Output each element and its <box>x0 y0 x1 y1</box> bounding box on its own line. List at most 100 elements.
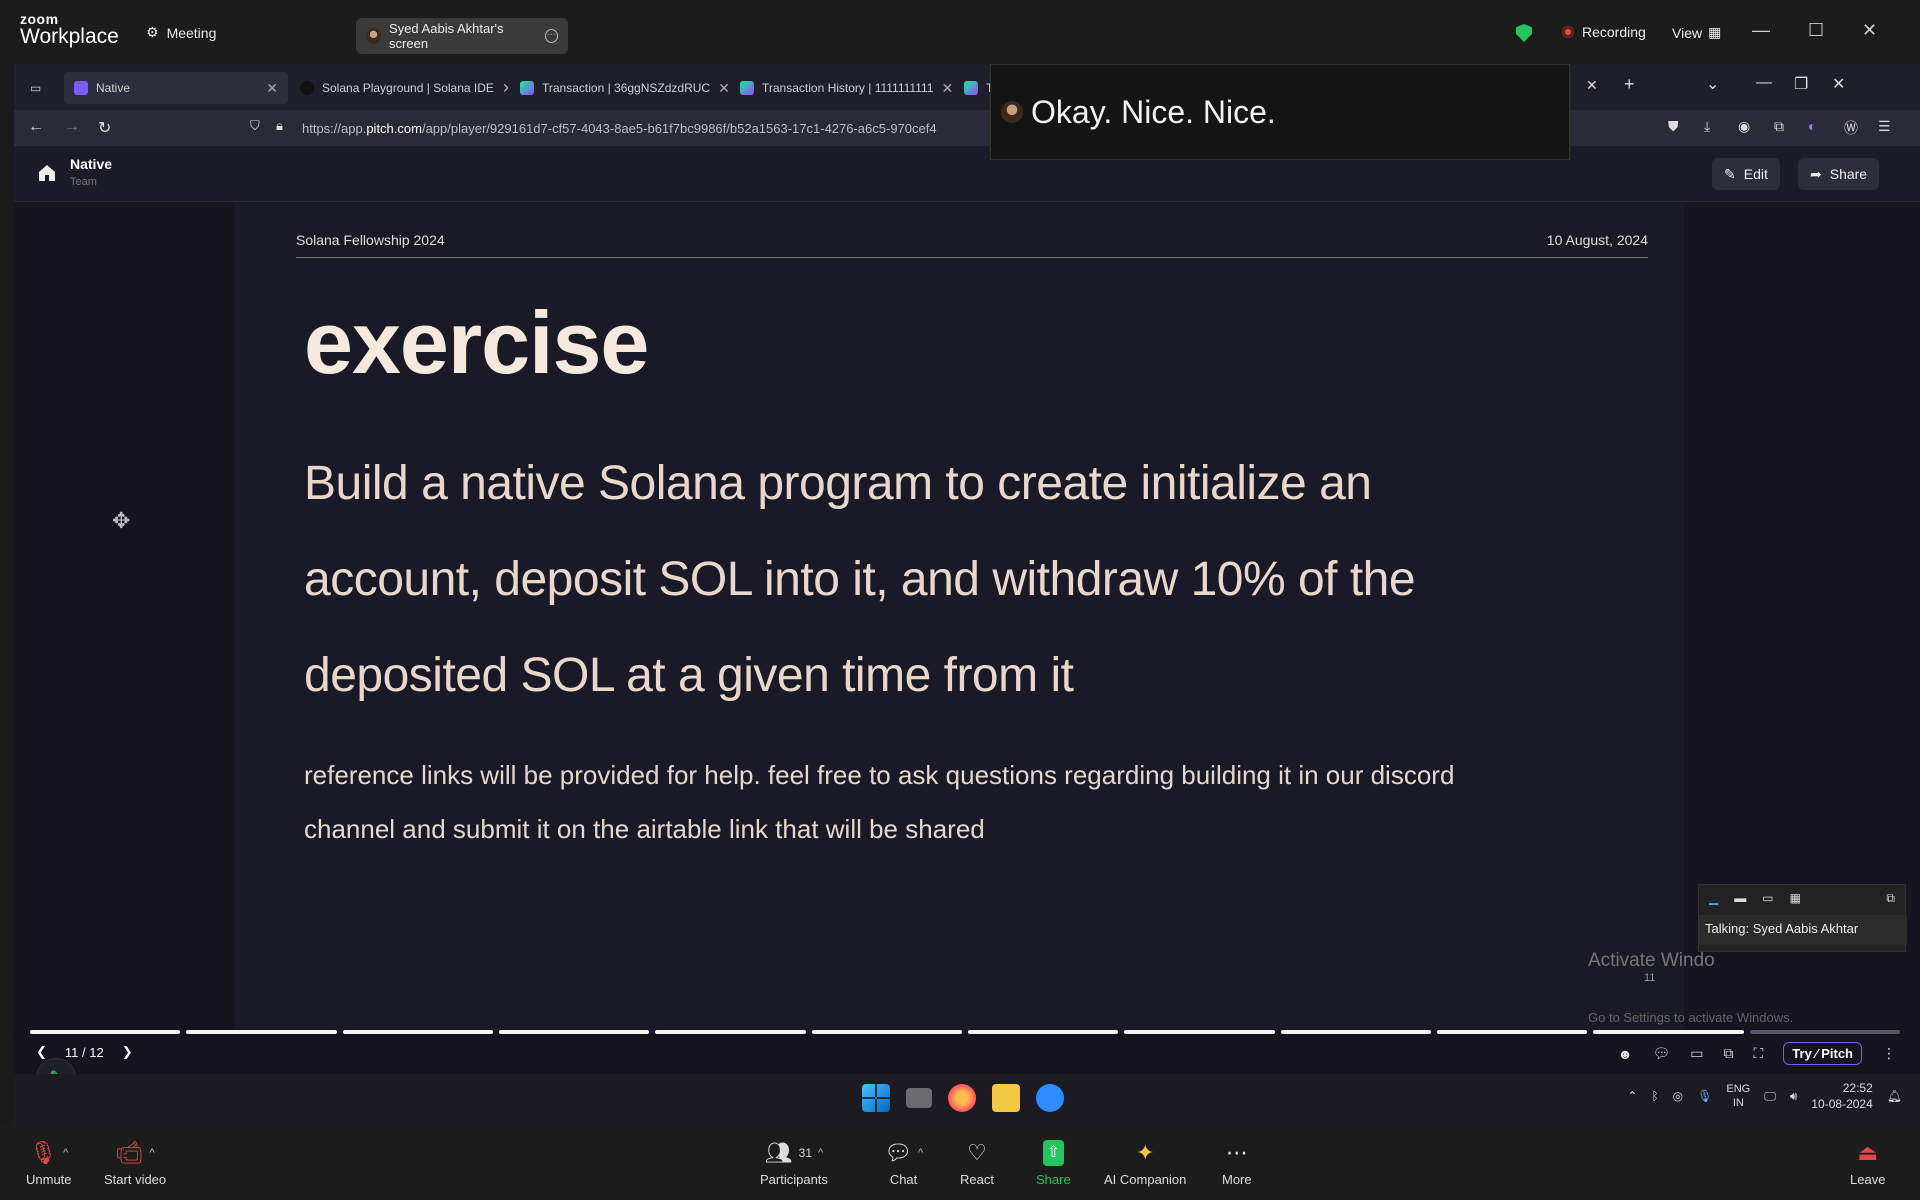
participants-icon: 👥︎ <box>764 1140 793 1165</box>
language-indicator[interactable]: ENG IN <box>1726 1082 1750 1110</box>
try-pitch-button[interactable]: Try ⁄ Pitch <box>1783 1042 1862 1065</box>
close-tab-icon[interactable]: ✕ <box>266 80 278 97</box>
speaker-view-icon[interactable]: ▭ <box>1762 891 1773 906</box>
progress-segment[interactable] <box>186 1030 337 1034</box>
lock-icon[interactable]: 🔒︎ <box>276 118 283 134</box>
tab-native[interactable]: Native ✕ <box>64 72 288 104</box>
back-icon[interactable]: ← <box>28 118 44 136</box>
picture-in-picture-icon[interactable]: ⧉ <box>1723 1045 1733 1062</box>
app-tray-icon[interactable]: ◎ <box>1673 1089 1683 1103</box>
more-vertical-icon[interactable]: ⋮ <box>1882 1045 1896 1062</box>
progress-segment[interactable] <box>1124 1030 1275 1034</box>
solana-favicon-icon <box>520 81 534 95</box>
leave-button[interactable]: ⏏ Leave <box>1850 1140 1885 1187</box>
extension-icon[interactable]: Ⓦ <box>1844 118 1858 138</box>
progress-segment[interactable] <box>1749 1030 1900 1034</box>
screen-share-indicator[interactable]: Syed Aabis Akhtar's screen ··· <box>356 18 568 54</box>
more-button[interactable]: ⋯ More <box>1222 1140 1252 1187</box>
browser-close-icon[interactable]: ✕ <box>1832 74 1845 94</box>
chevron-up-icon[interactable]: ⌃ <box>1627 1089 1637 1103</box>
more-options-icon[interactable]: ··· <box>544 29 558 43</box>
pocket-icon[interactable]: ⛊ <box>1668 118 1679 135</box>
minimize-video-icon[interactable]: ▁ <box>1709 891 1718 906</box>
close-tab-icon[interactable]: ✕ <box>502 80 508 97</box>
home-icon[interactable] <box>38 164 56 182</box>
share-label: Share <box>1829 166 1868 182</box>
windows-start-icon[interactable] <box>862 1084 890 1112</box>
progress-segment[interactable] <box>811 1030 962 1034</box>
progress-segment[interactable] <box>655 1030 806 1034</box>
emoji-icon[interactable]: ☻ <box>1618 1046 1633 1062</box>
menu-icon[interactable]: ☰ <box>1878 118 1891 135</box>
close-tab-icon[interactable]: ✕ <box>941 80 952 97</box>
new-tab-icon[interactable]: + <box>1624 74 1635 95</box>
progress-segment[interactable] <box>1280 1030 1431 1034</box>
clock-date: 10-08-2024 <box>1811 1097 1873 1111</box>
chevron-up-icon[interactable]: ^ <box>918 1140 923 1166</box>
close-tab-icon[interactable]: ✕ <box>718 80 728 97</box>
bluetooth-icon[interactable]: ᛒ <box>1651 1089 1658 1103</box>
minimize-icon[interactable]: — <box>1752 20 1770 41</box>
tab-solana-playground[interactable]: Solana Playground | Solana IDE ✕ <box>290 72 508 104</box>
chevron-up-icon[interactable]: ^ <box>149 1140 154 1166</box>
task-view-icon[interactable] <box>906 1088 932 1108</box>
previous-slide-icon[interactable]: ❮ <box>36 1044 47 1060</box>
firefox-icon[interactable] <box>948 1084 976 1112</box>
progress-segment[interactable] <box>30 1030 181 1034</box>
close-icon[interactable]: ✕ <box>1862 20 1877 41</box>
edit-button[interactable]: ✎ Edit <box>1712 158 1780 190</box>
start-video-button[interactable]: 📹︎ ^ Start video <box>104 1140 166 1187</box>
browser-restore-icon[interactable]: ❐ <box>1794 74 1808 94</box>
tab-overview-icon[interactable]: ▭ <box>20 72 60 104</box>
fullscreen-icon[interactable]: ⛶ <box>1753 1045 1763 1062</box>
active-speaker-panel: ▁ ▬ ▭ ▦ ⧉ Talking: Syed Aabis Akhtar <box>1698 884 1907 952</box>
unmute-button[interactable]: 🎙︎ ^ Unmute <box>26 1140 72 1187</box>
share-screen-button[interactable]: ⇧ Share <box>1036 1140 1071 1187</box>
chevron-up-icon[interactable]: ^ <box>818 1140 823 1166</box>
security-shield-icon[interactable] <box>1516 24 1532 42</box>
close-tab-icon[interactable]: ✕ <box>1586 77 1598 94</box>
extension-icon[interactable]: ◐ <box>1808 118 1816 134</box>
react-button[interactable]: ♡ React <box>960 1140 994 1187</box>
zoom-app-icon[interactable] <box>1036 1084 1064 1112</box>
view-button[interactable]: View ▦ <box>1672 24 1721 41</box>
file-explorer-icon[interactable] <box>992 1084 1020 1112</box>
progress-segment[interactable] <box>1593 1030 1744 1034</box>
progress-segment[interactable] <box>342 1030 493 1034</box>
tab-transaction[interactable]: Transaction | 36ggNSZdzdRUC ✕ <box>510 72 728 104</box>
meeting-button[interactable]: ⚙ Meeting <box>146 24 216 41</box>
browser-minimize-icon[interactable]: — <box>1756 74 1772 92</box>
next-slide-icon[interactable]: ❯ <box>122 1044 133 1060</box>
maximize-icon[interactable]: ☐ <box>1808 20 1824 41</box>
present-icon[interactable]: ▭ <box>1690 1045 1703 1062</box>
share-button[interactable]: ➦ Share <box>1798 158 1880 190</box>
ai-companion-button[interactable]: ✦ AI Companion <box>1104 1140 1186 1187</box>
comment-icon[interactable]: 💬︎ <box>1652 1045 1670 1062</box>
microphone-icon[interactable]: 🎙︎ <box>1697 1089 1712 1103</box>
shield-icon[interactable]: ⛉ <box>250 118 260 134</box>
network-icon[interactable]: 🖵︎ <box>1764 1089 1776 1104</box>
speaker-view-small-icon[interactable]: ▬ <box>1734 891 1746 906</box>
download-icon[interactable]: ⤓ <box>1704 118 1710 135</box>
progress-segment[interactable] <box>498 1030 650 1034</box>
chevron-up-icon[interactable]: ^ <box>63 1140 68 1166</box>
expand-panel-icon[interactable]: ⧉ <box>1886 891 1895 906</box>
reload-icon[interactable]: ↻ <box>98 118 111 138</box>
forward-icon[interactable]: → <box>64 118 80 136</box>
gallery-view-icon[interactable]: ▦ <box>1790 891 1801 906</box>
notification-bell-icon[interactable]: 🔔︎ <box>1887 1089 1902 1103</box>
volume-icon[interactable]: 🔊︎ <box>1790 1089 1798 1104</box>
chat-button[interactable]: 💬︎ ^ Chat <box>884 1140 923 1187</box>
extensions-icon[interactable]: ⧉ <box>1774 118 1784 135</box>
tab-transaction-2[interactable]: Tra <box>954 72 994 104</box>
chat-label: Chat <box>889 1172 918 1187</box>
progress-segment[interactable] <box>967 1030 1119 1034</box>
url-bar[interactable]: https://app. pitch.com/app/player/929161d… <box>302 116 1062 140</box>
recording-indicator[interactable]: Recording <box>1562 24 1646 40</box>
tab-transaction-history[interactable]: Transaction History | 1111111111 ✕ <box>730 72 952 104</box>
tab-list-chevron-down-icon[interactable]: ⌄ <box>1706 74 1719 94</box>
progress-segment[interactable] <box>1436 1030 1588 1034</box>
participants-button[interactable]: 👥︎ 31 ^ Participants <box>760 1140 828 1187</box>
clock[interactable]: 22:52 10-08-2024 <box>1811 1080 1872 1112</box>
account-icon[interactable]: ◉ <box>1738 118 1750 135</box>
